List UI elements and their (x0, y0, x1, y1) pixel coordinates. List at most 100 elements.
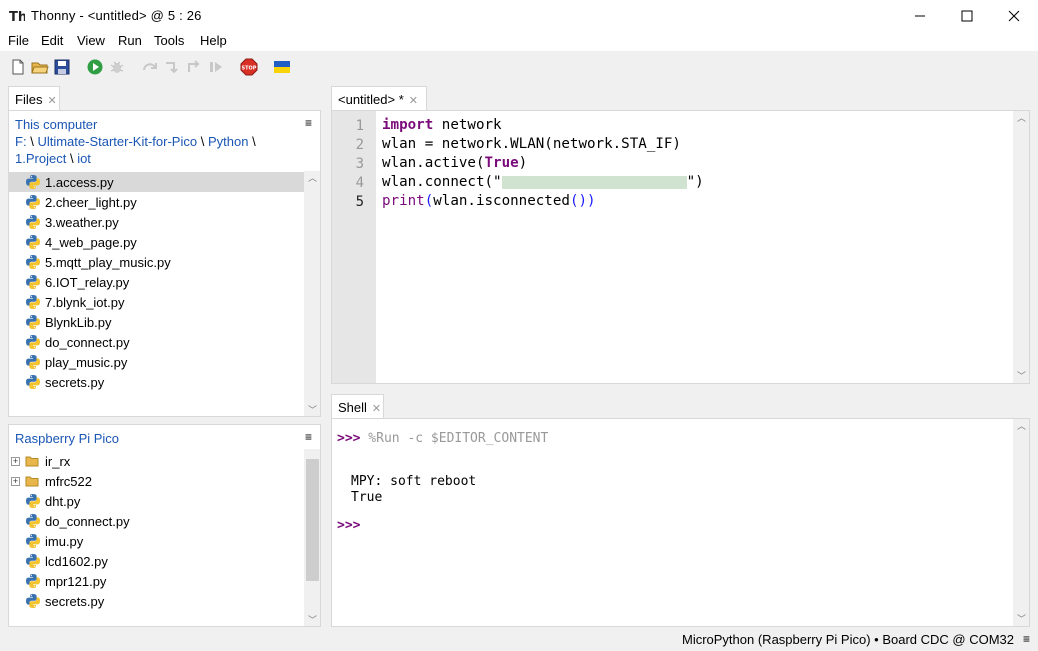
maximize-button[interactable] (944, 0, 990, 31)
run-icon[interactable] (86, 58, 104, 76)
code-line[interactable]: wlan.active(True) (382, 155, 527, 171)
file-name: 5.mqtt_play_music.py (45, 254, 171, 270)
breadcrumb-folder[interactable]: Python (208, 134, 248, 149)
window-title: Thonny - <untitled> @ 5 : 26 (31, 8, 202, 23)
code-line[interactable]: import network (382, 117, 502, 133)
file-row[interactable]: 5.mqtt_play_music.py (9, 252, 305, 272)
code-editor[interactable]: 1 2 3 4 5 import network wlan = network.… (331, 110, 1030, 384)
expand-icon[interactable]: + (11, 456, 20, 466)
file-row[interactable]: 3.weather.py (9, 212, 305, 232)
menu-tools[interactable]: Tools (154, 33, 184, 48)
breadcrumb-folder[interactable]: iot (77, 151, 91, 166)
file-row[interactable]: imu.py (9, 531, 305, 551)
file-row[interactable]: secrets.py (9, 591, 305, 611)
close-tab-icon[interactable]: ✕ (409, 95, 418, 107)
scroll-up-icon[interactable]: ︿ (1013, 111, 1029, 125)
menu-run[interactable]: Run (118, 33, 142, 48)
tab-files[interactable]: Files ✕ (8, 86, 60, 110)
file-row[interactable]: 1.access.py (9, 172, 305, 192)
shell-input-line[interactable]: >>> (337, 518, 360, 533)
file-row[interactable]: BlynkLib.py (9, 312, 305, 332)
python-file-icon (26, 295, 40, 309)
scrollbar-vertical[interactable]: ︿ ﹀ (304, 171, 320, 416)
code-line[interactable]: wlan.connect(" ") (382, 174, 704, 190)
shell-prompt: >>> (337, 431, 361, 446)
breadcrumb-folder[interactable]: Ultimate-Starter-Kit-for-Pico (37, 134, 197, 149)
pane-menu-icon[interactable]: ≡ (305, 116, 312, 130)
scroll-down-icon[interactable]: ﹀ (304, 403, 320, 416)
file-row[interactable]: 7.blynk_iot.py (9, 292, 305, 312)
file-name: play_music.py (45, 354, 128, 370)
scroll-down-icon[interactable]: ﹀ (1013, 369, 1029, 383)
menu-file[interactable]: File (8, 33, 29, 48)
python-file-icon (26, 514, 40, 528)
save-icon[interactable] (53, 58, 71, 76)
file-row[interactable]: secrets.py (9, 372, 305, 392)
python-file-icon (26, 235, 40, 249)
ukraine-flag-icon[interactable] (273, 58, 291, 76)
menu-help[interactable]: Help (200, 33, 227, 48)
scroll-up-icon[interactable]: ︿ (1013, 419, 1029, 433)
this-computer-header[interactable]: This computer (15, 117, 97, 132)
step-over-icon[interactable] (141, 58, 159, 76)
scroll-down-icon[interactable]: ﹀ (304, 613, 320, 626)
file-row[interactable]: 2.cheer_light.py (9, 192, 305, 212)
file-row[interactable]: do_connect.py (9, 332, 305, 352)
shell-output: True (351, 490, 383, 505)
step-into-icon[interactable] (163, 58, 181, 76)
step-out-icon[interactable] (185, 58, 203, 76)
scrollbar-vertical[interactable]: ︿ ﹀ (1013, 419, 1029, 626)
redacted-text (501, 175, 687, 189)
folder-row[interactable]: + ir_rx (9, 451, 305, 471)
file-row[interactable]: play_music.py (9, 352, 305, 372)
code-line[interactable]: print(wlan.isconnected()) (382, 193, 596, 209)
scrollbar-vertical[interactable]: ﹀ (304, 449, 320, 626)
line-number: 1 (355, 118, 364, 134)
code-line[interactable]: wlan = network.WLAN(network.STA_IF) (382, 136, 681, 152)
stop-icon[interactable]: STOP (240, 58, 258, 76)
tab-shell-label: Shell (338, 400, 367, 415)
breadcrumb-drive[interactable]: F: (15, 134, 27, 149)
scrollbar-vertical[interactable]: ︿ ﹀ (1013, 111, 1029, 383)
file-name: 3.weather.py (45, 214, 119, 230)
file-row[interactable]: 6.IOT_relay.py (9, 272, 305, 292)
tab-untitled[interactable]: <untitled> * ✕ (331, 86, 427, 110)
breadcrumb-folder[interactable]: 1.Project (15, 151, 66, 166)
file-row[interactable]: mpr121.py (9, 571, 305, 591)
close-button[interactable] (991, 0, 1037, 31)
file-name: secrets.py (45, 593, 105, 609)
tab-shell[interactable]: Shell ✕ (331, 394, 384, 418)
shell-pane[interactable]: >>> %Run -c $EDITOR_CONTENT MPY: soft re… (331, 418, 1030, 627)
file-name: 6.IOT_relay.py (45, 274, 130, 290)
file-row[interactable]: 4_web_page.py (9, 232, 305, 252)
file-row[interactable]: lcd1602.py (9, 551, 305, 571)
open-file-icon[interactable] (31, 58, 49, 76)
folder-row[interactable]: + mfrc522 (9, 471, 305, 491)
expand-icon[interactable]: + (11, 476, 20, 486)
line-number: 4 (355, 175, 364, 191)
python-file-icon (26, 494, 40, 508)
stop-label: STOP (242, 66, 257, 72)
file-row[interactable]: do_connect.py (9, 511, 305, 531)
scroll-up-icon[interactable]: ︿ (304, 171, 320, 185)
device-pane: Raspberry Pi Pico ≡ + ir_rx + mfrc522 dht.py… (8, 424, 321, 627)
scroll-down-icon[interactable]: ﹀ (1013, 612, 1029, 626)
close-icon (1008, 10, 1020, 21)
device-header[interactable]: Raspberry Pi Pico (15, 431, 119, 446)
pane-menu-icon[interactable]: ≡ (305, 430, 312, 444)
file-row[interactable]: dht.py (9, 491, 305, 511)
menu-edit[interactable]: Edit (41, 33, 63, 48)
minimize-button[interactable] (897, 0, 943, 31)
scroll-thumb[interactable] (306, 459, 319, 581)
menu-bar: File Edit View Run Tools Help (0, 31, 1038, 51)
file-name: do_connect.py (45, 513, 130, 529)
new-file-icon[interactable] (9, 58, 27, 76)
interpreter-status[interactable]: MicroPython (Raspberry Pi Pico) • Board … (682, 632, 1014, 647)
close-tab-icon[interactable]: ✕ (372, 403, 381, 415)
resume-icon[interactable] (207, 58, 225, 76)
debug-icon[interactable] (108, 58, 126, 76)
menu-view[interactable]: View (77, 33, 105, 48)
status-menu-icon[interactable]: ≡ (1023, 632, 1030, 646)
close-tab-icon[interactable]: ✕ (47, 95, 56, 107)
file-name: imu.py (45, 533, 84, 549)
